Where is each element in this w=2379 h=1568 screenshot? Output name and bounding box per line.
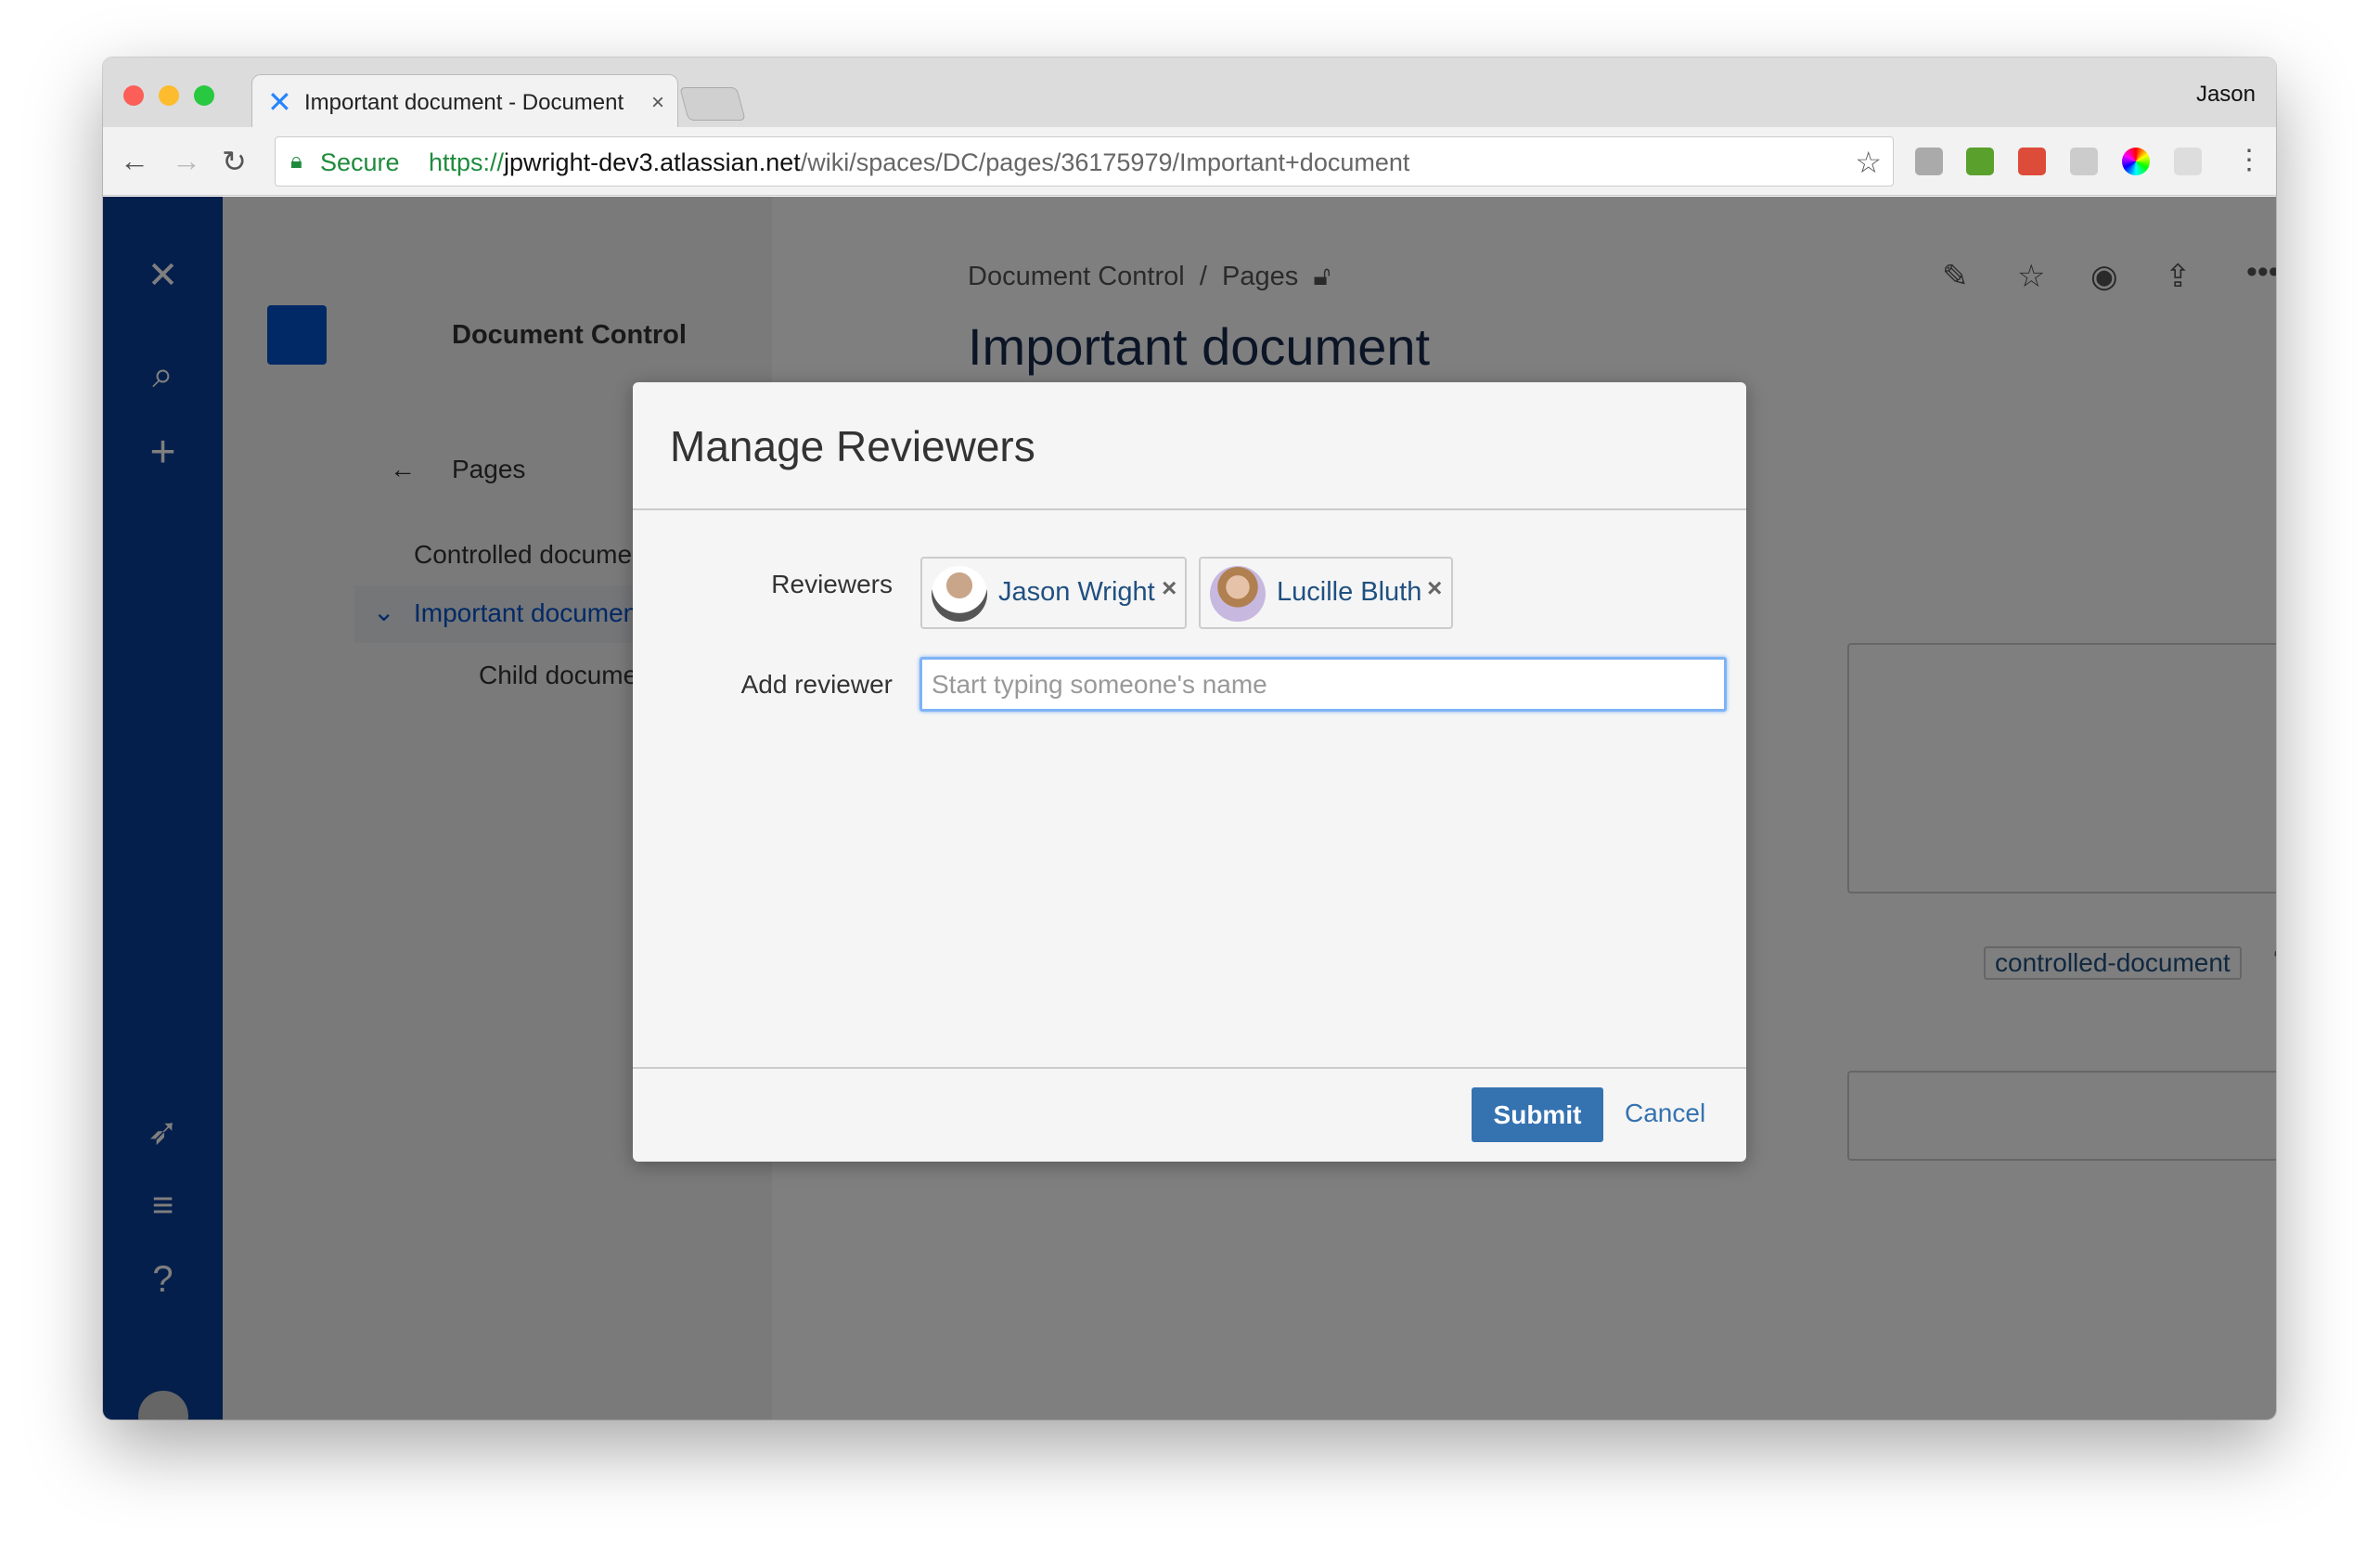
reviewer-name: Jason Wright — [998, 577, 1155, 607]
divider — [633, 508, 1746, 510]
secure-label: Secure — [320, 148, 400, 176]
url-host: jpwright-dev3.atlassian.net — [504, 148, 801, 176]
tab-title: Important document - Document Control — [304, 90, 629, 115]
browser-toolbar: ← → ↻ 🔒︎ Secure https://jpwright-dev3.at… — [103, 127, 2276, 196]
extension-icon[interactable] — [2174, 148, 2202, 175]
minimize-window-button[interactable] — [159, 85, 179, 106]
bookmark-star-icon[interactable]: ☆ — [1855, 145, 1882, 180]
cancel-link[interactable]: Cancel — [1625, 1099, 1705, 1128]
lock-icon: 🔒︎ — [290, 148, 302, 174]
reviewer-chip: Lucille Bluth × — [1199, 557, 1453, 629]
url-path: /wiki/spaces/DC/pages/36175979/Important… — [800, 148, 1410, 176]
browser-menu-icon[interactable]: ⋮ — [2235, 144, 2263, 176]
back-icon[interactable]: ← — [120, 144, 149, 178]
tab-strip: ✕ Important document - Document Control … — [103, 58, 2276, 130]
new-tab-button[interactable] — [679, 87, 746, 121]
reviewer-chip: Jason Wright × — [920, 557, 1187, 629]
profile-name[interactable]: Jason — [2196, 82, 2256, 108]
remove-reviewer-icon[interactable]: × — [1162, 573, 1177, 603]
reviewers-label: Reviewers — [771, 570, 893, 598]
browser-tab[interactable]: ✕ Important document - Document Control … — [251, 74, 678, 130]
cors-extension-icon[interactable] — [1966, 148, 1994, 175]
address-bar[interactable]: 🔒︎ Secure https://jpwright-dev3.atlassia… — [275, 136, 1894, 186]
close-tab-icon[interactable]: × — [651, 90, 664, 116]
divider — [633, 1067, 1746, 1069]
add-reviewer-input[interactable] — [919, 657, 1727, 712]
drive-extension-icon[interactable] — [2070, 148, 2098, 175]
add-reviewer-label: Add reviewer — [740, 670, 893, 699]
confluence-favicon-icon: ✕ — [267, 85, 292, 119]
close-window-button[interactable] — [123, 85, 144, 106]
avatar — [1210, 566, 1266, 622]
remove-reviewer-icon[interactable]: × — [1427, 573, 1442, 603]
reviewer-name: Lucille Bluth — [1277, 577, 1422, 607]
color-picker-extension-icon[interactable] — [2122, 148, 2150, 175]
dialog-title: Manage Reviewers — [670, 422, 1035, 470]
extension-icon[interactable] — [1915, 148, 1943, 175]
maximize-window-button[interactable] — [194, 85, 214, 106]
lastpass-extension-icon[interactable] — [2018, 148, 2046, 175]
url-scheme: https:// — [429, 148, 505, 176]
submit-button[interactable]: Submit — [1472, 1087, 1603, 1142]
url-text: https://jpwright-dev3.atlassian.net/wiki… — [429, 148, 1409, 177]
reload-icon[interactable]: ↻ — [222, 144, 247, 179]
forward-icon[interactable]: → — [172, 144, 201, 178]
avatar — [932, 566, 987, 622]
manage-reviewers-dialog: Manage Reviewers Reviewers Jason Wright … — [633, 382, 1746, 1162]
